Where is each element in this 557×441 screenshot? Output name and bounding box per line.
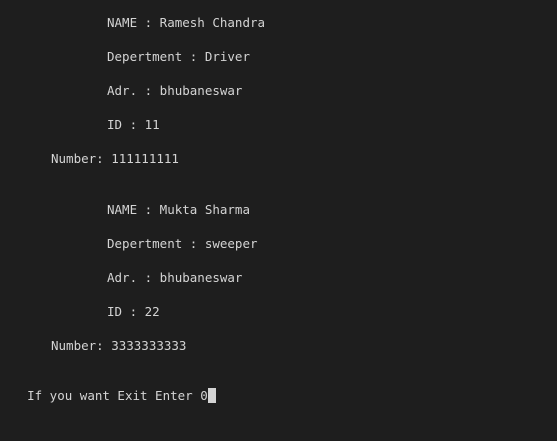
- record-1-name: NAME : Ramesh Chandra: [107, 15, 266, 30]
- exit-prompt-line[interactable]: If you want Exit Enter 0: [0, 372, 216, 420]
- exit-prompt-text: If you want Exit Enter 0: [27, 388, 208, 403]
- record-2-address: Adr. : bhubaneswar: [107, 270, 243, 285]
- record-1-number: Number: 111111111: [51, 151, 179, 166]
- record-1-id: ID : 11: [107, 117, 160, 132]
- record-1-department: Depertment : Driver: [107, 49, 250, 64]
- text-cursor[interactable]: [207, 388, 216, 403]
- record-1-address: Adr. : bhubaneswar: [107, 83, 243, 98]
- record-2-id: ID : 22: [107, 304, 160, 319]
- record-2-name: NAME : Mukta Sharma: [107, 202, 250, 217]
- record-2-department: Depertment : sweeper: [107, 236, 258, 251]
- record-2-number: Number: 3333333333: [51, 338, 187, 353]
- terminal-output[interactable]: NAME : Ramesh Chandra Depertment : Drive…: [0, 0, 557, 441]
